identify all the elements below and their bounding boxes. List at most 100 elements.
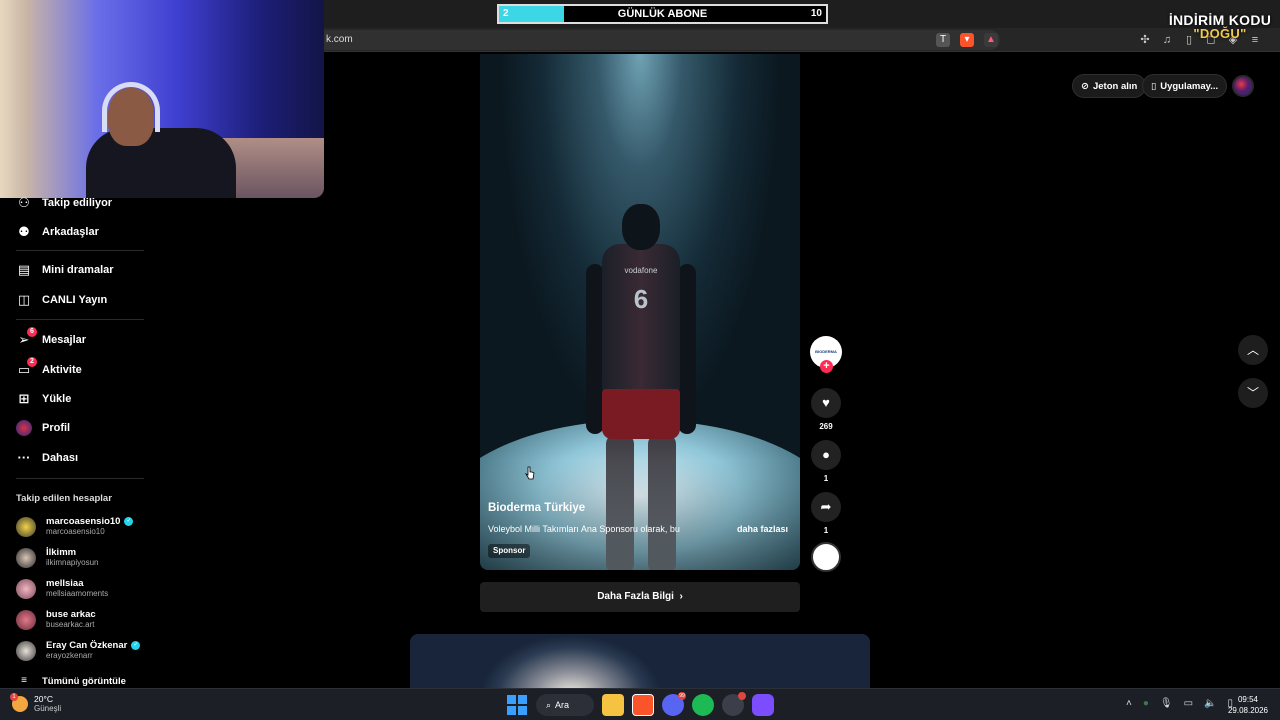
more-icon: ··· bbox=[17, 450, 31, 465]
steam-icon[interactable] bbox=[722, 692, 746, 716]
sidebar-item-label: Takip ediliyor bbox=[42, 197, 113, 209]
get-coins-label: Jeton alın bbox=[1092, 80, 1138, 92]
volume-icon[interactable]: 🔈 bbox=[1204, 698, 1216, 709]
tray-app-icon[interactable]: ● bbox=[1143, 698, 1149, 709]
activity-badge: 2 bbox=[27, 357, 37, 367]
mouse-cursor-icon bbox=[525, 466, 535, 480]
sidebar-item-label: Dahası bbox=[42, 452, 79, 464]
sponsor-tag: Sponsor bbox=[488, 544, 531, 558]
weather-badge: 1 bbox=[10, 693, 18, 701]
steam-badge bbox=[738, 692, 746, 700]
brave-browser-icon[interactable] bbox=[632, 694, 654, 716]
followed-account[interactable]: marcoasensio10 ✓ marcoasensio10 bbox=[16, 516, 134, 537]
video-author[interactable]: Bioderma Türkiye bbox=[488, 502, 585, 514]
follow-plus-icon[interactable]: + bbox=[820, 360, 833, 373]
chevron-up-icon[interactable]: ˄ bbox=[1126, 698, 1132, 709]
account-handle: erayozkenarr bbox=[46, 651, 93, 660]
brave-shield-icon[interactable]: ▾ bbox=[960, 33, 974, 47]
weather-widget[interactable]: 1 20°C Güneşli bbox=[10, 693, 61, 714]
share-count: 1 bbox=[823, 526, 829, 535]
sidebar-divider bbox=[16, 478, 144, 479]
file-explorer-icon[interactable] bbox=[602, 694, 624, 716]
followed-account[interactable]: İlkimm ilkimnapiyosun bbox=[16, 547, 98, 568]
spotify-icon[interactable] bbox=[692, 694, 714, 716]
user-avatar[interactable] bbox=[1232, 75, 1254, 97]
discord-icon[interactable]: 99 bbox=[662, 692, 686, 716]
temperature: 20°C bbox=[34, 694, 53, 704]
sidebar-item-label: CANLI Yayın bbox=[42, 294, 108, 306]
friends-icon: ⚉ bbox=[18, 224, 30, 239]
messages-badge: 6 bbox=[27, 327, 37, 337]
following-icon: ⚇ bbox=[18, 195, 30, 210]
sun-icon: 1 bbox=[10, 693, 28, 712]
next-video-preview[interactable] bbox=[410, 634, 870, 690]
sidebar-item-messages[interactable]: ➢ 6 Mesajlar bbox=[16, 327, 87, 350]
see-more-link[interactable]: daha fazlası bbox=[737, 524, 788, 534]
account-name: Eray Can Özkenar bbox=[46, 640, 128, 651]
jersey-number: 6 bbox=[633, 284, 649, 314]
comment-button[interactable]: ● bbox=[811, 440, 841, 470]
film-icon: ▤ bbox=[17, 262, 31, 277]
profile-icon bbox=[16, 420, 32, 436]
clock-time: 09:54 bbox=[1237, 695, 1259, 704]
jersey-sponsor: vodafone bbox=[624, 266, 658, 275]
discord-badge: 99 bbox=[678, 692, 686, 700]
sidebar-item-label: Arkadaşlar bbox=[42, 226, 99, 238]
sound-disc-icon[interactable] bbox=[811, 542, 841, 572]
previous-video-button[interactable]: ︿ bbox=[1238, 335, 1268, 365]
like-button[interactable]: ♥ bbox=[811, 388, 841, 418]
brave-rewards-icon[interactable]: ▲ bbox=[984, 33, 998, 47]
get-coins-button[interactable]: ⊘ Jeton alın bbox=[1072, 74, 1147, 98]
headset-icon bbox=[102, 82, 160, 132]
app-icon[interactable] bbox=[752, 694, 774, 716]
sidebar-item-mini-dramas[interactable]: ▤ Mini dramalar bbox=[16, 260, 114, 280]
phone-icon: ▯ bbox=[1151, 80, 1157, 92]
windows-start-icon[interactable] bbox=[506, 694, 528, 716]
sidebar-item-label: Profil bbox=[42, 422, 71, 434]
sidebar-item-upload[interactable]: ⊞ Yükle bbox=[16, 389, 72, 409]
account-handle: ilkimnapiyosun bbox=[46, 558, 99, 567]
windows-taskbar: 1 20°C Güneşli ⌕ Ara 99 ˄ ● 🎙 ▭ 🔈 ▯ 09:54… bbox=[0, 688, 1280, 720]
sidebar-item-activity[interactable]: ▭ 2 Aktivite bbox=[16, 357, 82, 380]
streamer bbox=[86, 78, 236, 198]
account-name: mellsiaa bbox=[46, 578, 84, 589]
video-player[interactable]: vodafone 6 Bioderma Türkiye Voleybol Mil… bbox=[480, 54, 800, 570]
avatar bbox=[16, 578, 36, 599]
followed-account[interactable]: Eray Can Özkenar ✓ erayozkenarr bbox=[16, 640, 141, 661]
activity-icon: ▭ 2 bbox=[16, 357, 37, 378]
extensions-icon[interactable]: ✣ bbox=[1138, 33, 1152, 47]
sidebar-item-profile[interactable]: Profil bbox=[16, 418, 70, 438]
promo-code-overlay: İNDİRİM KODU "DOĞU" bbox=[1162, 12, 1278, 41]
network-icon[interactable]: ▭ bbox=[1184, 698, 1193, 709]
get-app-button[interactable]: ▯ Uygulamay... bbox=[1142, 74, 1228, 98]
sidebar-item-label: Mesajlar bbox=[42, 334, 87, 346]
like-count: 269 bbox=[819, 422, 833, 431]
translate-icon[interactable]: T bbox=[936, 33, 950, 47]
sidebar-divider bbox=[16, 319, 144, 320]
subscriber-goal-bar: 2 GÜNLÜK ABONE 10 bbox=[497, 4, 828, 24]
avatar bbox=[16, 609, 36, 630]
sidebar-item-live[interactable]: ◫ CANLI Yayın bbox=[16, 290, 107, 310]
followed-account[interactable]: buse arkac busearkac.art bbox=[16, 609, 96, 630]
sidebar-item-label: Aktivite bbox=[42, 364, 82, 376]
learn-more-button[interactable]: Daha Fazla Bilgi › bbox=[480, 582, 800, 612]
chevron-up-icon: ︿ bbox=[1246, 343, 1259, 357]
sidebar-item-friends[interactable]: ⚉ Arkadaşlar bbox=[16, 222, 99, 242]
followed-account[interactable]: mellsiaa mellsiaamoments bbox=[16, 578, 108, 599]
sidebar-divider bbox=[16, 250, 144, 251]
share-icon: ➦ bbox=[820, 499, 832, 514]
microphone-icon[interactable]: 🎙 bbox=[1160, 698, 1173, 709]
address-bar[interactable]: k.com bbox=[312, 30, 1000, 50]
taskbar-search[interactable]: ⌕ Ara bbox=[536, 694, 594, 716]
sidebar-item-more[interactable]: ··· Dahası bbox=[16, 448, 79, 468]
taskbar-clock[interactable]: 09:54 29.08.2026 bbox=[1222, 694, 1274, 716]
system-tray: ˄ ● 🎙 ▭ 🔈 ▯ bbox=[1126, 698, 1233, 709]
share-button[interactable]: ➦ bbox=[811, 492, 841, 522]
sidebar-item-following[interactable]: ⚇ Takip ediliyor bbox=[16, 193, 112, 213]
goal-label: GÜNLÜK ABONE bbox=[617, 8, 708, 20]
next-video-button[interactable]: ﹀ bbox=[1238, 378, 1268, 408]
verified-icon: ✓ bbox=[131, 641, 141, 650]
video-description: Voleybol Milli Takımları Ana Sponsoru ol… bbox=[488, 524, 680, 534]
messages-icon: ➢ 6 bbox=[16, 327, 37, 348]
avatar bbox=[16, 640, 36, 661]
